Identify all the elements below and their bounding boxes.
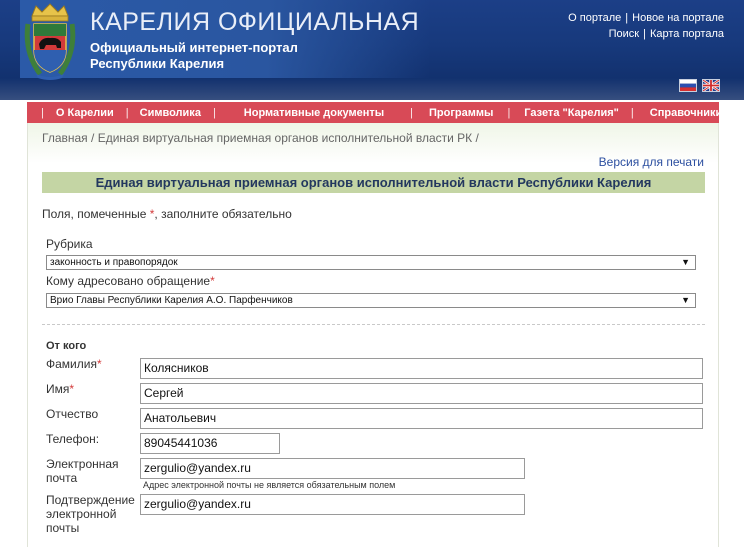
site-title[interactable]: КАРЕЛИЯ ОФИЦИАЛЬНАЯ (90, 8, 419, 37)
portal-news-link[interactable]: Новое на портале (632, 10, 724, 26)
phone-input[interactable]: 89045441036 (140, 433, 280, 454)
section-divider (42, 324, 705, 325)
email-confirm-label-line2: электронной (46, 507, 117, 521)
required-note-after: , заполните обязательно (154, 207, 292, 221)
nav-item-about-karelia[interactable]: О Карелии (56, 102, 114, 123)
breadcrumb-home-link[interactable]: Главная (42, 131, 88, 145)
nav-separator: | (630, 106, 634, 119)
email-confirm-label: Подтверждение электронной почты (46, 493, 135, 535)
page-title: Единая виртуальная приемная органов испо… (42, 172, 705, 193)
main-nav: | О Карелии | Символика | Нормативные до… (27, 102, 739, 123)
required-fields-note: Поля, помеченные *, заполните обязательн… (42, 207, 292, 221)
email-label: Электронная почта (46, 457, 119, 485)
name-label-text: Имя (46, 382, 70, 396)
breadcrumb: Главная / Единая виртуальная приемная ор… (42, 131, 479, 145)
uk-flag-icon[interactable] (702, 79, 720, 92)
main-content: Главная / Единая виртуальная приемная ор… (27, 123, 719, 547)
email-confirm-label-line3: почты (46, 521, 80, 535)
email-label-line1: Электронная (46, 457, 119, 471)
name-input[interactable]: Сергей (140, 383, 703, 404)
nav-separator: | (736, 106, 740, 119)
breadcrumb-current-link[interactable]: Единая виртуальная приемная органов испо… (98, 131, 472, 145)
rubric-select[interactable]: законность и правопорядок ▼ (46, 255, 696, 270)
about-portal-link[interactable]: О портале (568, 10, 621, 26)
site-header: КАРЕЛИЯ ОФИЦИАЛЬНАЯ Официальный интернет… (0, 0, 744, 102)
dropdown-arrow-icon: ▼ (681, 257, 690, 267)
email-confirm-label-line1: Подтверждение (46, 493, 135, 507)
sitemap-link[interactable]: Карта портала (650, 26, 724, 42)
surname-label: Фамилия* (46, 357, 102, 371)
addressee-select[interactable]: Врио Главы Республики Карелия А.О. Парфе… (46, 293, 696, 308)
required-star: * (69, 382, 75, 396)
language-flags (679, 79, 720, 92)
rubric-label: Рубрика (46, 237, 93, 251)
nav-item-karelia-newspaper[interactable]: Газета "Карелия" (524, 102, 619, 123)
surname-label-text: Фамилия (46, 357, 97, 371)
from-section-title: От кого (46, 340, 87, 352)
site-subtitle-line1: Официальный интернет-портал (90, 40, 298, 55)
karelia-coat-of-arms-icon[interactable] (22, 2, 78, 82)
email-label-line2: почта (46, 471, 78, 485)
name-label: Имя* (46, 382, 74, 396)
patronymic-label: Отчество (46, 407, 99, 421)
header-wave (0, 78, 744, 102)
site-subtitle: Официальный интернет-портал Республики К… (90, 40, 350, 72)
required-star: * (210, 274, 215, 288)
patronymic-input[interactable]: Анатольевич (140, 408, 703, 429)
breadcrumb-separator: / (91, 131, 95, 145)
email-input[interactable]: zergulio@yandex.ru (140, 458, 525, 479)
rubric-selected-value: законность и правопорядок (50, 257, 178, 268)
email-confirm-input[interactable]: zergulio@yandex.ru (140, 494, 525, 515)
print-version-link[interactable]: Версия для печати (599, 155, 704, 169)
russian-flag-icon[interactable] (679, 79, 697, 92)
addressee-selected-value: Врио Главы Республики Карелия А.О. Парфе… (50, 295, 293, 306)
breadcrumb-separator: / (475, 131, 479, 145)
surname-input[interactable]: Колясников (140, 358, 703, 379)
nav-separator: | (125, 106, 129, 119)
site-subtitle-line2: Республики Карелия (90, 56, 225, 71)
email-hint: Адрес электронной почты не является обяз… (143, 480, 396, 490)
nav-item-directories[interactable]: Справочники (650, 102, 723, 123)
nav-separator: | (41, 106, 44, 119)
top-link-separator: | (643, 28, 646, 40)
top-links: О портале | Новое на портале Поиск | Кар… (568, 10, 724, 42)
top-link-separator: | (625, 12, 629, 24)
nav-separator: | (212, 106, 216, 119)
required-note-before: Поля, помеченные (42, 207, 147, 221)
dropdown-arrow-icon: ▼ (681, 295, 690, 305)
nav-item-programs[interactable]: Программы (429, 102, 493, 123)
addressee-label: Кому адресовано обращение* (46, 274, 215, 288)
phone-label: Телефон: (46, 432, 100, 446)
nav-separator: | (507, 106, 511, 119)
nav-item-legal-documents[interactable]: Нормативные документы (244, 102, 384, 123)
search-link[interactable]: Поиск (609, 26, 639, 42)
addressee-label-text: Кому адресовано обращение (46, 274, 211, 288)
required-star: * (96, 357, 102, 371)
nav-separator: | (410, 106, 413, 119)
nav-item-symbols[interactable]: Символика (140, 102, 201, 123)
